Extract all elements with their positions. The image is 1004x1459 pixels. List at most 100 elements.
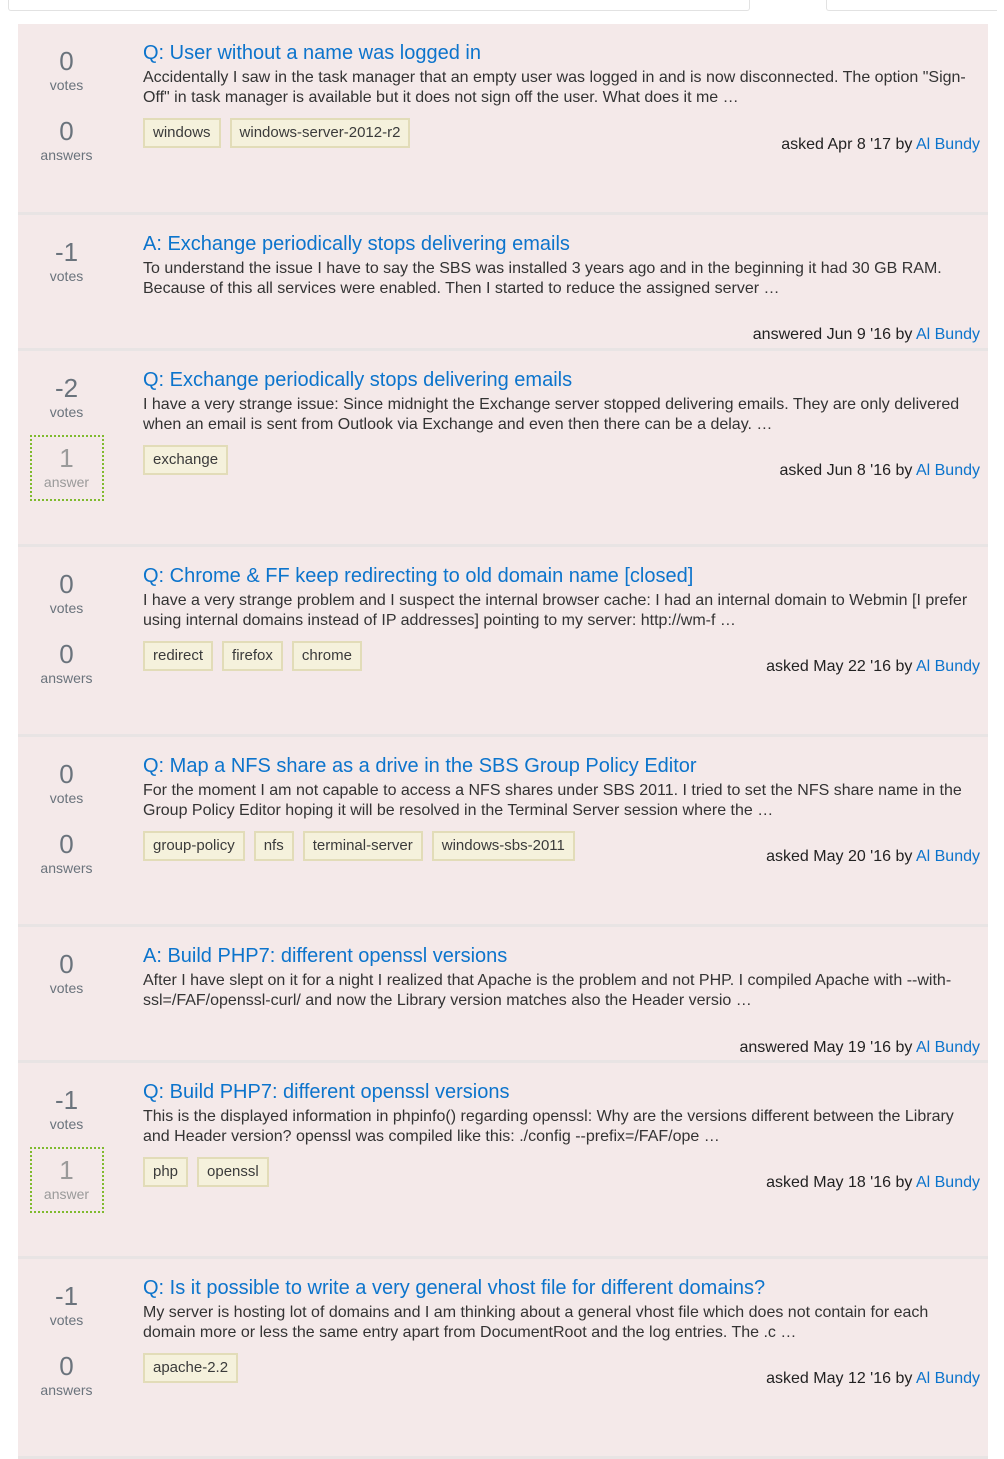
vote-number: -1 (54, 1281, 79, 1311)
answer-count: 0 answers (18, 639, 115, 687)
summary: A: Exchange periodically stops deliverin… (143, 231, 980, 343)
tag[interactable]: firefox (222, 641, 283, 671)
top-input-left[interactable] (8, 0, 750, 11)
tag[interactable]: group-policy (143, 831, 245, 861)
result-item: -1 votes 0 answers Q: Is it possible to … (18, 1259, 988, 1459)
post-action-date: asked May 12 '16 (766, 1370, 892, 1387)
vote-number: -1 (54, 1085, 79, 1115)
vote-number: 0 (59, 759, 74, 789)
answers-label: answers (40, 147, 93, 163)
tag[interactable]: terminal-server (302, 831, 423, 861)
tag[interactable]: apache-2.2 (143, 1353, 239, 1383)
vote-count: 0 votes (18, 949, 115, 997)
stats: -1 votes (18, 215, 115, 285)
user-link[interactable]: Al Bundy (916, 1039, 980, 1056)
user-link[interactable]: Al Bundy (916, 658, 980, 675)
post-action-date: asked May 22 '16 (766, 658, 892, 675)
summary: Q: User without a name was logged in Acc… (143, 40, 980, 153)
result-title-link[interactable]: Q: Is it possible to write a very genera… (143, 1275, 980, 1301)
answer-count: 1 answer (29, 1147, 104, 1213)
stats: -1 votes 1 answer (18, 1063, 115, 1213)
search-results-list: 0 votes 0 answers Q: User without a name… (18, 24, 988, 1459)
votes-label: votes (49, 404, 84, 420)
answers-label: answer (43, 474, 90, 490)
votes-label: votes (49, 1116, 84, 1132)
by-label: by (895, 848, 913, 865)
user-link[interactable]: Al Bundy (916, 136, 980, 153)
answer-number: 0 (59, 1351, 74, 1381)
by-label: by (895, 1174, 913, 1191)
tag[interactable]: exchange (143, 445, 229, 475)
result-title-link[interactable]: Q: Exchange periodically stops deliverin… (143, 367, 980, 393)
vote-count: -1 votes (18, 1281, 115, 1329)
vote-count: -1 votes (18, 237, 115, 285)
stats: 0 votes 0 answers (18, 547, 115, 687)
result-item: 0 votes 0 answers Q: User without a name… (18, 24, 988, 215)
vote-number: 0 (59, 46, 74, 76)
vote-number: 0 (59, 949, 74, 979)
tag[interactable]: windows (143, 118, 221, 148)
vote-count: -1 votes (18, 1085, 115, 1133)
by-label: by (895, 462, 913, 479)
tag[interactable]: windows-sbs-2011 (431, 831, 575, 861)
result-item: 0 votes A: Build PHP7: different openssl… (18, 927, 988, 1063)
result-title-link[interactable]: Q: Build PHP7: different openssl version… (143, 1079, 980, 1105)
tag[interactable]: windows-server-2012-r2 (229, 118, 411, 148)
vote-number: -1 (54, 237, 79, 267)
tag[interactable]: openssl (197, 1157, 269, 1187)
result-item: -1 votes A: Exchange periodically stops … (18, 215, 988, 351)
answers-label: answers (40, 860, 93, 876)
result-excerpt: After I have slept on it for a night I r… (143, 972, 952, 1009)
votes-label: votes (49, 790, 84, 806)
summary: Q: Map a NFS share as a drive in the SBS… (143, 753, 980, 865)
result-excerpt: For the moment I am not capable to acces… (143, 782, 962, 819)
result-title-link[interactable]: Q: Chrome & FF keep redirecting to old d… (143, 563, 980, 589)
vote-count: 0 votes (18, 759, 115, 807)
answer-number: 0 (59, 639, 74, 669)
vote-count: 0 votes (18, 569, 115, 617)
user-link[interactable]: Al Bundy (916, 848, 980, 865)
stats: 0 votes (18, 927, 115, 997)
vote-count: 0 votes (18, 46, 115, 94)
votes-label: votes (49, 77, 84, 93)
result-item: -1 votes 1 answer Q: Build PHP7: differe… (18, 1063, 988, 1259)
post-meta: answered Jun 9 '16 by Al Bundy (753, 326, 980, 344)
answer-number: 0 (59, 829, 74, 859)
user-link[interactable]: Al Bundy (916, 326, 980, 343)
post-meta: asked May 20 '16 by Al Bundy (766, 848, 980, 866)
tag[interactable]: php (143, 1157, 189, 1187)
tag[interactable]: nfs (253, 831, 294, 861)
post-action-date: asked May 20 '16 (766, 848, 892, 865)
votes-label: votes (49, 268, 84, 284)
tag[interactable]: chrome (291, 641, 362, 671)
votes-label: votes (49, 980, 84, 996)
result-excerpt: This is the displayed information in php… (143, 1108, 954, 1145)
post-meta: answered May 19 '16 by Al Bundy (739, 1039, 980, 1057)
vote-count: -2 votes (18, 373, 115, 421)
user-link[interactable]: Al Bundy (916, 462, 980, 479)
vote-number: -2 (54, 373, 79, 403)
by-label: by (895, 658, 913, 675)
by-label: by (895, 1370, 913, 1387)
tag[interactable]: redirect (143, 641, 214, 671)
summary: Q: Is it possible to write a very genera… (143, 1275, 980, 1387)
by-label: by (895, 326, 913, 343)
answers-label: answers (40, 670, 93, 686)
stats: 0 votes 0 answers (18, 24, 115, 164)
post-action-date: answered Jun 9 '16 (752, 326, 892, 343)
post-action-date: asked May 18 '16 (766, 1174, 892, 1191)
result-title-link[interactable]: Q: Map a NFS share as a drive in the SBS… (143, 753, 980, 779)
user-link[interactable]: Al Bundy (916, 1370, 980, 1387)
post-meta: asked Apr 8 '17 by Al Bundy (781, 136, 980, 154)
post-meta: asked May 18 '16 by Al Bundy (766, 1174, 980, 1192)
result-title-link[interactable]: A: Build PHP7: different openssl version… (143, 943, 980, 969)
top-input-right[interactable] (826, 0, 997, 11)
post-action-date: asked Jun 8 '16 (779, 462, 892, 479)
answer-number: 1 (59, 443, 74, 473)
result-title-link[interactable]: Q: User without a name was logged in (143, 40, 980, 66)
answer-count: 0 answers (18, 116, 115, 164)
user-link[interactable]: Al Bundy (916, 1174, 980, 1191)
result-item: 0 votes 0 answers Q: Map a NFS share as … (18, 737, 988, 927)
result-title-link[interactable]: A: Exchange periodically stops deliverin… (143, 231, 980, 257)
result-excerpt: I have a very strange problem and I susp… (143, 592, 968, 629)
